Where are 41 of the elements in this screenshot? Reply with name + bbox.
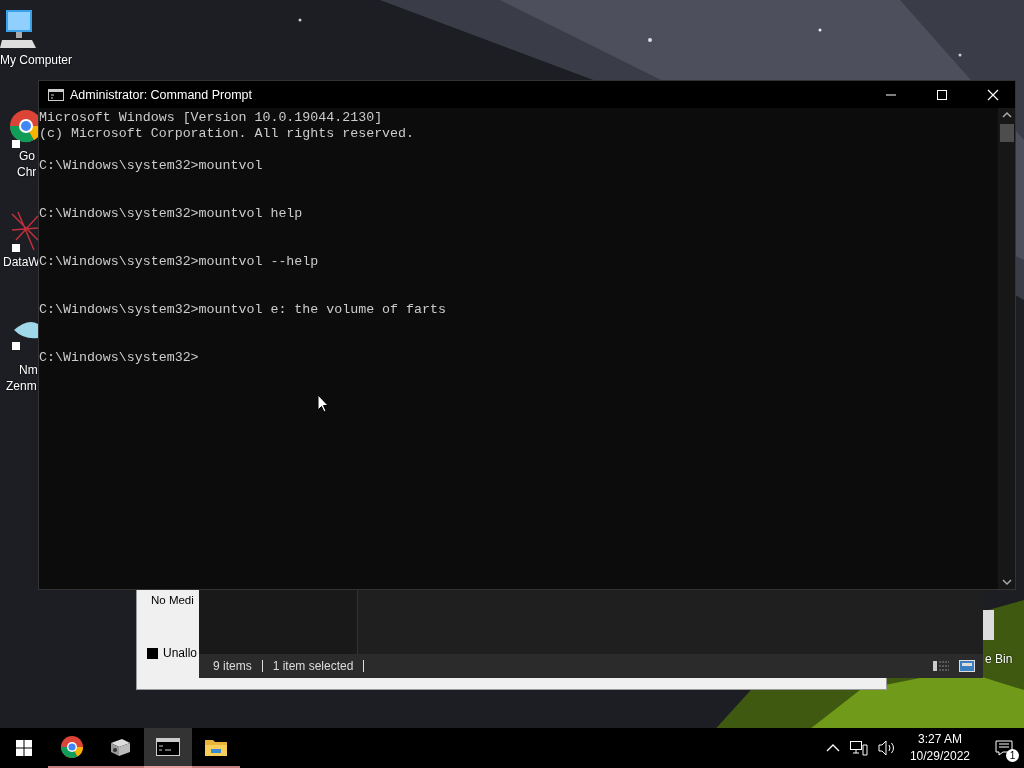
windows-logo-icon [16, 740, 32, 756]
console-line: (c) Microsoft Corporation. All rights reserved. [39, 126, 416, 142]
chrome-icon [60, 735, 84, 759]
taskbar-app-button[interactable] [144, 728, 192, 768]
desktop-icon-label: e Bin [985, 652, 1013, 666]
desktop-icon-label: Zenm [5, 378, 37, 394]
separator-bar [363, 660, 365, 672]
media-label: No Medi [151, 594, 194, 606]
clock-time: 3:27 AM [917, 731, 962, 748]
details-view-icon[interactable] [933, 660, 949, 672]
desktop-icon-label: Go [18, 148, 35, 164]
status-text: 9 items [213, 659, 252, 673]
maximize-icon [935, 88, 948, 101]
legend-label: Unallo [163, 646, 198, 660]
close-icon [986, 88, 999, 101]
folder-icon [204, 737, 228, 757]
desktop-icon-label: DataW [2, 254, 40, 270]
tiles-view-icon[interactable] [959, 660, 975, 672]
mouse-pointer-icon [317, 394, 329, 413]
console-line: C:\Windows\system32>mountvol --help [39, 254, 320, 270]
desktop-icon-label: Nm [18, 362, 38, 378]
separator-bar [261, 660, 263, 672]
scrollbar[interactable] [998, 108, 1015, 589]
console-line: C:\Windows\system32>mountvol [39, 158, 264, 174]
speaker-icon[interactable] [877, 740, 896, 756]
desktop-icon-label: Chr [16, 164, 37, 180]
legend-swatch [147, 647, 158, 659]
network-icon[interactable] [849, 740, 868, 756]
scroll-thumb[interactable] [999, 124, 1014, 142]
console-icon [156, 738, 180, 756]
clock-date: 10/29/2022 [909, 748, 970, 765]
desktop-icon-label: My Computer [0, 52, 73, 68]
chevron-up-icon[interactable] [825, 743, 840, 753]
status-text: 1 item selected [272, 659, 354, 673]
console-line: C:\Windows\system32>mountvol e: the volume of farts [39, 302, 447, 318]
notification-count-badge: 1 [1006, 749, 1019, 762]
console-line: C:\Windows\system32>mountvol help [39, 206, 304, 222]
console-line: Microsoft Windows [Version 10.0.19044.2130] [39, 110, 384, 126]
window-title: Administrator: Command Prompt [70, 87, 252, 102]
console-icon [48, 88, 64, 101]
console-prompt: C:\Windows\system32> [39, 350, 200, 366]
